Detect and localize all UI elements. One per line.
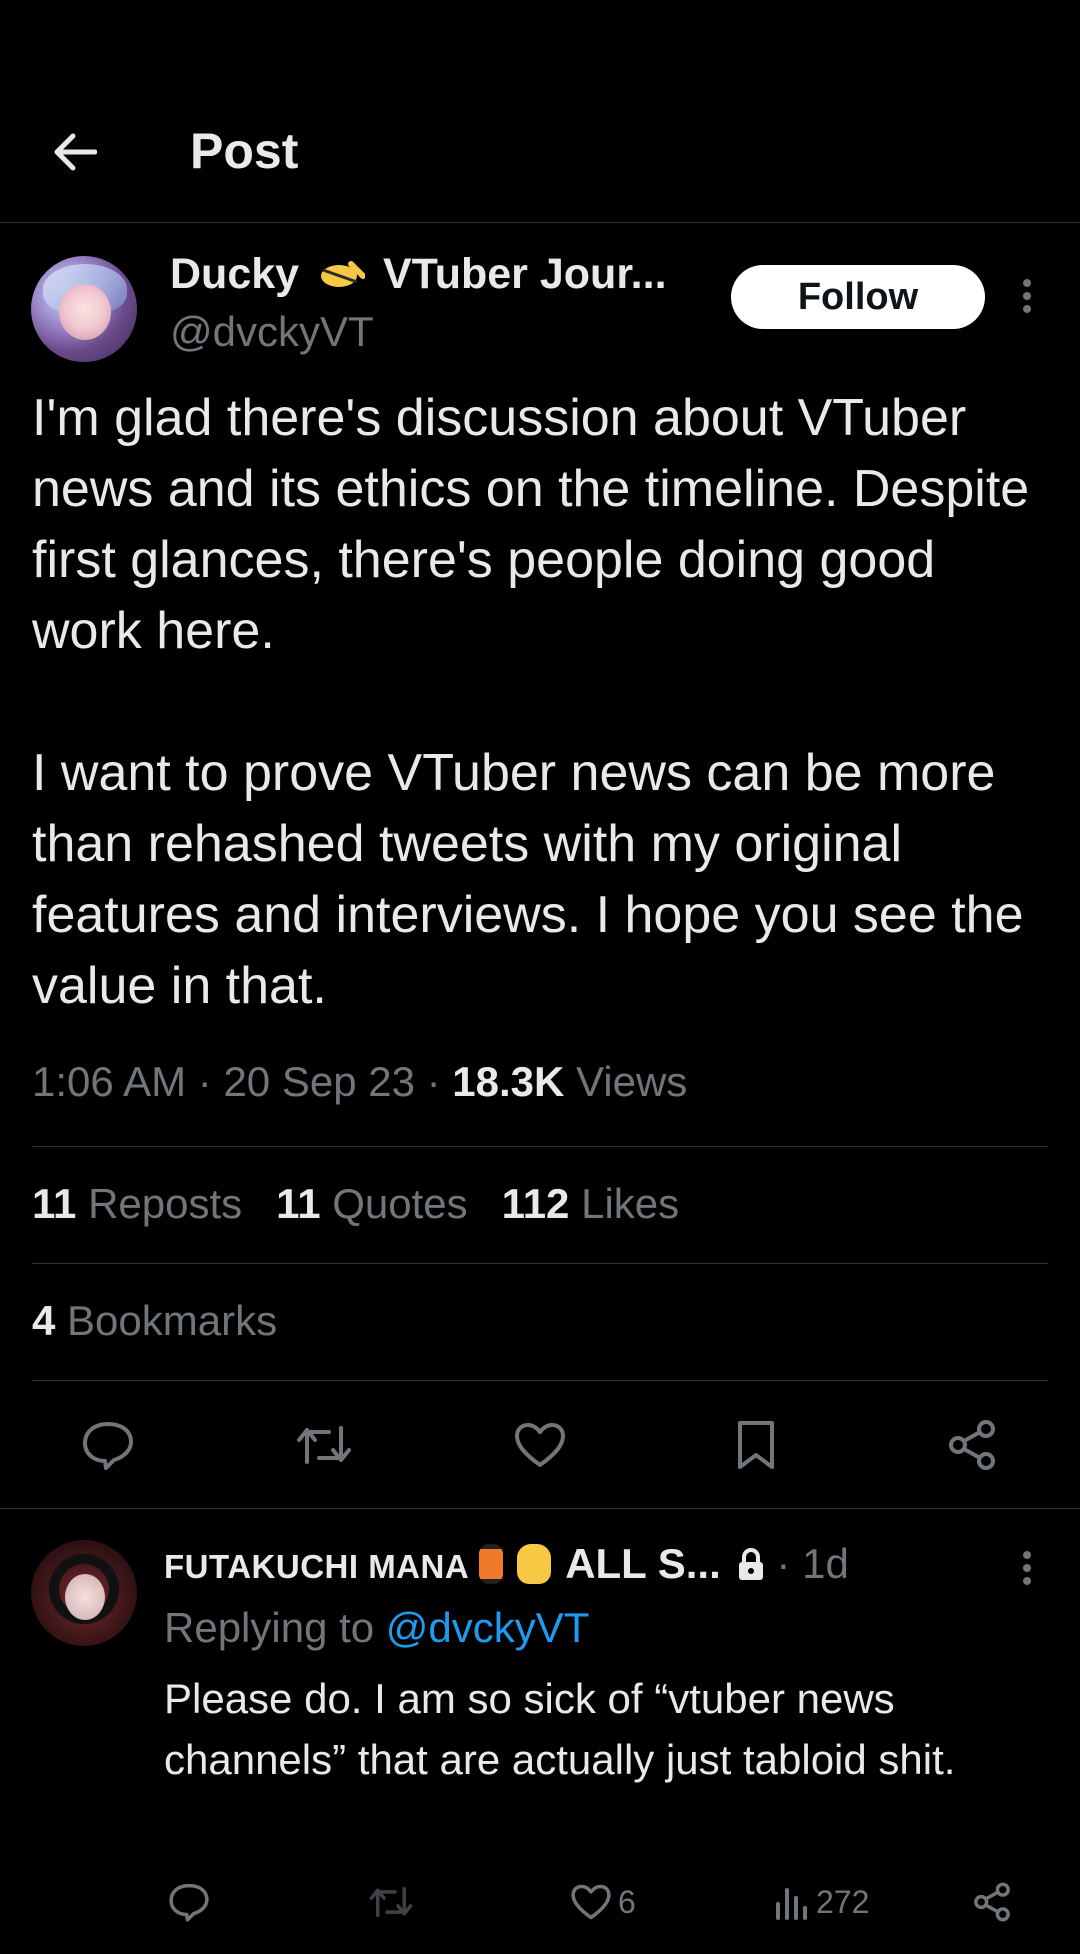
reply-share-button[interactable]: [972, 1872, 1012, 1932]
post-text: I'm glad there's discussion about VTuber…: [32, 389, 1030, 1015]
views-label: Views: [576, 1058, 688, 1105]
reply-icon: [169, 1883, 209, 1922]
page-title: Post: [190, 123, 299, 179]
likes-stat[interactable]: 112 Likes: [502, 1180, 680, 1227]
back-arrow-icon: [54, 133, 97, 171]
reply-author-name-suffix[interactable]: ALL S...: [565, 1540, 721, 1587]
lock-icon: [737, 1544, 765, 1580]
reply-header: FUTAKUCHI MANA ALL S... · 1d: [164, 1540, 849, 1587]
reply-author-name[interactable]: FUTAKUCHI MANA: [164, 1548, 469, 1585]
reply-repost-button[interactable]: [368, 1872, 414, 1932]
author-name-suffix: VTuber Jour...: [382, 250, 667, 298]
like-button[interactable]: [510, 1415, 570, 1475]
reply-reply-button[interactable]: [168, 1872, 210, 1932]
author-handle[interactable]: @dvckyVT: [170, 308, 374, 356]
replying-to: Replying to @dvckyVT: [164, 1604, 590, 1651]
reply-actions: 6 272: [0, 1872, 1080, 1932]
reposts-stat[interactable]: 11 Reposts: [32, 1180, 242, 1227]
bookmark-icon: [738, 1421, 774, 1469]
bookmarks-stat[interactable]: 4 Bookmarks: [32, 1297, 277, 1345]
reply-icon: [83, 1422, 133, 1470]
repost-button[interactable]: [294, 1415, 354, 1475]
author-name: Ducky: [170, 250, 300, 298]
reply-button[interactable]: [78, 1415, 138, 1475]
quotes-stat[interactable]: 11 Quotes: [276, 1180, 468, 1227]
reply-more-button[interactable]: [1010, 1546, 1044, 1590]
views-count: 18.3K: [452, 1058, 565, 1105]
more-icon: [1023, 1551, 1031, 1585]
reply-views-button[interactable]: 272: [774, 1872, 869, 1932]
section-divider: [0, 1508, 1080, 1509]
repost-icon: [297, 1426, 351, 1464]
reply-like-button[interactable]: 6: [570, 1872, 636, 1932]
share-button[interactable]: [942, 1415, 1002, 1475]
like-icon: [515, 1423, 565, 1467]
reply-text: Please do. I am so sick of “vtuber news …: [164, 1675, 956, 1783]
reply-age[interactable]: 1d: [802, 1540, 849, 1587]
post-date[interactable]: 20 Sep 23: [223, 1058, 415, 1105]
more-icon: [1023, 279, 1031, 313]
post-meta: 1:06 AM · 20 Sep 23 · 18.3K Views: [32, 1058, 688, 1105]
reply-like-count: 6: [618, 1883, 636, 1920]
like-icon: [571, 1884, 611, 1920]
bookmark-button[interactable]: [726, 1415, 786, 1475]
divider: [32, 1263, 1048, 1264]
rock-hand-emoji-icon: [517, 1544, 552, 1584]
reply-views-count: 272: [816, 1883, 870, 1920]
follow-button[interactable]: Follow: [731, 265, 985, 329]
post-stats: 11 Reposts 11 Quotes 112 Likes: [32, 1180, 679, 1228]
author-name-line[interactable]: Ducky VTuber Jour...: [170, 250, 667, 299]
post-more-button[interactable]: [1010, 274, 1044, 318]
reply-author-avatar[interactable]: [31, 1540, 137, 1646]
divider: [32, 1146, 1048, 1147]
top-bar: Post: [0, 100, 1080, 223]
repost-icon: [369, 1886, 413, 1918]
back-button[interactable]: [44, 126, 104, 178]
replying-to-handle[interactable]: @dvckyVT: [386, 1604, 590, 1651]
lantern-emoji-icon: [479, 1544, 504, 1584]
post-actions: [0, 1415, 1080, 1475]
salute-emoji-icon: [321, 261, 367, 287]
divider: [32, 1380, 1048, 1381]
views-icon: [776, 1888, 807, 1920]
share-icon: [949, 1420, 995, 1470]
post-time[interactable]: 1:06 AM: [32, 1058, 186, 1105]
author-avatar[interactable]: [31, 256, 137, 362]
share-icon: [974, 1882, 1010, 1922]
